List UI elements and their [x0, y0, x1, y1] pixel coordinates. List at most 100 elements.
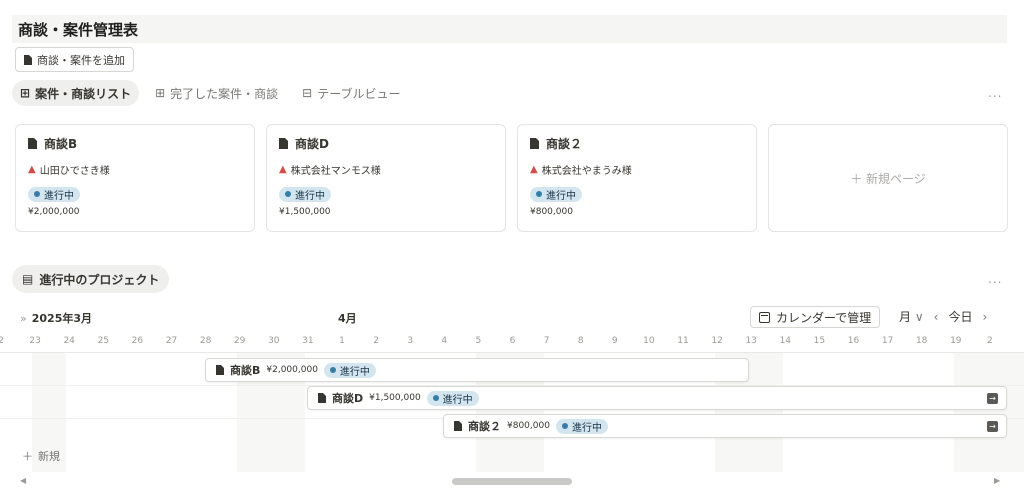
day-label: 9 [611, 336, 618, 346]
day-label: 24 [63, 336, 75, 346]
timeline-bar[interactable]: 商談B ¥2,000,000 進行中 [205, 358, 749, 382]
today-button[interactable]: 今日 [948, 308, 972, 325]
view-tabs: ⊞ 案件・商談リスト ⊞ 完了した案件・商談 ⊟ テーブルビュー [12, 80, 409, 106]
person-icon: ▲ [28, 164, 36, 175]
deal-card[interactable]: 商談B ▲ 山田ひでさき様 進行中 ¥2,000,000 [15, 124, 255, 232]
bar-title: 商談２ [468, 420, 501, 433]
day-label: 15 [813, 336, 826, 346]
day-label: 2 [0, 336, 4, 346]
card-title-text: 商談２ [546, 137, 583, 151]
page-icon [24, 54, 32, 65]
day-label: 28 [199, 336, 212, 346]
tab-label: テーブルビュー [317, 86, 401, 101]
status-badge: 進行中 [28, 186, 80, 202]
card-title: 商談D [279, 135, 329, 152]
timeline-bar[interactable]: 商談２ ¥800,000 進行中 [443, 414, 1007, 438]
chevron-left-icon[interactable]: ‹ [934, 310, 939, 324]
timeline-header: » 2025年3月 4月 カレンダーで管理 月 ∨ ‹ 今日 › [12, 306, 1007, 328]
status-dot-icon [285, 191, 291, 197]
tab-label: 進行中のプロジェクト [39, 272, 160, 287]
day-label: 26 [131, 336, 144, 346]
card-status: 進行中 [530, 182, 582, 202]
day-label: 11 [677, 336, 689, 346]
status-badge: 進行中 [530, 186, 582, 202]
new-row-label: 新規 [38, 450, 60, 463]
card-amount: ¥2,000,000 [28, 207, 80, 217]
grid-icon: ⊞ [155, 86, 166, 100]
deal-card[interactable]: 商談D ▲ 株式会社マンモス様 進行中 ¥1,500,000 [266, 124, 506, 232]
tab-active-projects[interactable]: ▤ 進行中のプロジェクト [12, 265, 170, 293]
day-label: 10 [643, 336, 655, 346]
day-label: 6 [509, 336, 516, 346]
deal-card[interactable]: 商談２ ▲ 株式会社やまうみ様 進行中 ¥800,000 [517, 124, 757, 232]
status-text: 進行中 [295, 190, 325, 202]
timeline-month-label: » 2025年3月 [20, 310, 92, 326]
client-name: 山田ひでさき様 [39, 166, 110, 177]
status-badge: 進行中 [555, 418, 608, 434]
chevron-right-icon[interactable]: › [982, 310, 987, 324]
day-label: 14 [779, 336, 792, 346]
status-badge: 進行中 [323, 362, 376, 378]
scroll-thumb[interactable] [452, 478, 572, 485]
status-dot-icon [34, 191, 40, 197]
double-chevron-right-icon[interactable]: » [20, 312, 27, 325]
day-label: 19 [950, 336, 962, 346]
day-label: 25 [97, 336, 110, 346]
add-deal-label: 商談・案件を追加 [37, 53, 125, 67]
scroll-left-icon[interactable]: ◀ [20, 476, 26, 485]
scroll-right-icon[interactable]: ▶ [994, 476, 1000, 485]
chevron-down-icon: ∨ [914, 310, 924, 324]
card-client: ▲ 山田ひでさき様 [28, 162, 110, 177]
day-label: 31 [302, 336, 314, 346]
title-bar: 商談・案件管理表 [12, 15, 1007, 43]
day-label: 30 [268, 336, 280, 346]
card-status: 進行中 [279, 182, 331, 202]
manage-calendar-button[interactable]: カレンダーで管理 [750, 306, 881, 328]
timeline-bar[interactable]: 商談D ¥1,500,000 進行中 [307, 386, 1007, 410]
day-label: 17 [881, 336, 894, 346]
tab-table-view[interactable]: ⊟ テーブルビュー [294, 80, 408, 106]
page-icon [454, 421, 462, 431]
day-label: 29 [233, 336, 246, 346]
bar-title: 商談D [332, 392, 364, 405]
person-icon: ▲ [279, 164, 287, 175]
new-row-button[interactable]: ＋ 新規 [22, 448, 60, 464]
status-badge: 進行中 [426, 390, 479, 406]
page-icon [216, 365, 224, 375]
next-month-label: 4月 [338, 312, 357, 325]
day-label: 18 [915, 336, 928, 346]
status-text: 進行中 [339, 366, 370, 378]
page-icon [530, 138, 539, 149]
status-dot-icon [432, 395, 439, 401]
card-amount: ¥800,000 [530, 207, 573, 217]
day-label: 16 [847, 336, 860, 346]
new-page-card[interactable]: ＋ 新規ページ [768, 124, 1008, 232]
arrow-right-icon[interactable]: → [987, 421, 998, 432]
card-title: 商談B [28, 135, 77, 152]
arrow-right-icon[interactable]: → [987, 393, 998, 404]
page-icon [279, 138, 288, 149]
status-badge: 進行中 [279, 186, 331, 202]
more-options-icon[interactable]: ... [988, 86, 1002, 100]
card-amount: ¥1,500,000 [279, 207, 331, 217]
day-labels: 2 23 24 25 26 27 28 29 30 31 1 2 3 4 5 6 7 8 9 10 11 12 13 14 15… [0, 336, 1024, 350]
day-label: 2 [987, 336, 993, 346]
timeline-icon: ▤ [22, 272, 34, 286]
status-text: 進行中 [442, 394, 473, 406]
day-label: 4 [441, 336, 448, 346]
add-deal-button[interactable]: 商談・案件を追加 [15, 47, 134, 72]
timeline-grid: 商談B ¥2,000,000 進行中 商談D ¥1,500,000 進行中 → … [0, 352, 1024, 472]
bar-amount: ¥1,500,000 [369, 393, 421, 403]
tab-deal-list[interactable]: ⊞ 案件・商談リスト [12, 80, 140, 106]
tab-label: 完了した案件・商談 [170, 86, 279, 101]
tab-completed[interactable]: ⊞ 完了した案件・商談 [147, 80, 286, 106]
day-label: 27 [165, 336, 178, 346]
year-month-text: 2025年3月 [31, 312, 93, 325]
plus-icon: ＋ [22, 450, 33, 463]
card-client: ▲ 株式会社やまうみ様 [530, 162, 632, 177]
status-text: 進行中 [546, 190, 576, 202]
view-select[interactable]: 月 ∨ [899, 308, 924, 325]
more-options-icon[interactable]: ... [988, 272, 1002, 286]
status-text: 進行中 [44, 190, 74, 202]
horizontal-scrollbar[interactable]: ◀ ▶ [12, 476, 1007, 486]
